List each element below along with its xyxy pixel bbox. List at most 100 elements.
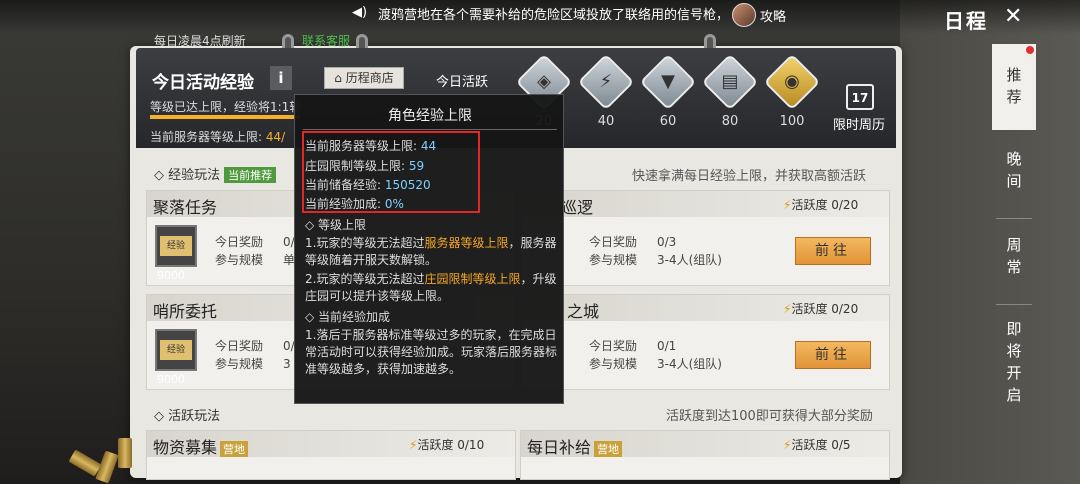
card-title: 之城 (567, 302, 600, 321)
tab-weekly[interactable]: 周常 (992, 234, 1036, 294)
close-icon[interactable]: ✕ (1004, 4, 1022, 29)
task-card-supply-collect[interactable]: 物资募集 营地 ⚡活跃度 0/10 (146, 430, 516, 480)
active-points-text: 活跃度 0/10 (417, 438, 485, 452)
scale-label: 参与规模 (215, 253, 264, 267)
ticket-label: 经验 (160, 236, 192, 256)
scale-value: 3-4人(组队) (657, 357, 722, 371)
camp-tag: 营地 (594, 440, 623, 457)
active-points-text: 活跃度 0/5 (791, 438, 851, 452)
guide-button[interactable]: 攻略 (760, 6, 786, 25)
tab-divider (996, 218, 1032, 219)
task-card-patrol[interactable]: 巡逻 ⚡活跃度 0/20 今日奖励 参与规模 0/3 3-4人(组队) 前往 (520, 190, 890, 286)
para-highlight: 庄园限制等级上限 (424, 272, 521, 286)
side-tabs: 推荐 晚间 周常 即将开启 (992, 44, 1036, 444)
speaker-icon: ◀) (352, 5, 368, 20)
milestone-60[interactable]: ▼ 60 (639, 53, 697, 129)
customer-service-link[interactable]: 联系客服 (302, 32, 350, 49)
milestone-value: 80 (721, 114, 739, 129)
lightning-icon: ⚡ (599, 71, 613, 92)
card-values: 0/3 3-4人(组队) (657, 233, 722, 269)
active-points-text: 活跃度 0/20 (791, 198, 859, 212)
tooltip-para-2: 2.玩家的等级无法超过庄园限制等级上限，升级庄园可以提升该等级上限。 (305, 271, 557, 305)
exp-progress-fill (150, 115, 300, 119)
active-points-text: 活跃度 0/20 (791, 302, 859, 316)
card-labels: 今日奖励 参与规模 (215, 337, 263, 373)
tooltip-heading-level-cap: ◇ 等级上限 (305, 218, 367, 232)
active-points: ⚡活跃度 0/5 (783, 436, 851, 453)
recommend-tag: 当前推荐 (224, 167, 277, 183)
notification-dot (1026, 46, 1034, 54)
card-title: 每日补给 营地 (527, 434, 623, 458)
level-cap-note: 等级已达上限，经验将1:1转 (150, 100, 302, 114)
milestone-value: 60 (659, 114, 677, 129)
tooltip-para-1: 1.玩家的等级无法超过服务器等级上限，服务器等级随着开服天数解锁。 (305, 235, 557, 269)
tooltip-para-3: 1.落后于服务器标准等级过多的玩家，在完成日常活动时可以获得经验加成。玩家落后服… (305, 328, 558, 376)
tab-label: 推荐 (1006, 66, 1022, 106)
active-section-header: ◇ 活跃玩法 (154, 409, 221, 424)
exp-title: 今日活动经验 (152, 73, 254, 93)
tab-recommend[interactable]: 推荐 (992, 44, 1036, 130)
history-shop-button[interactable]: ⌂ 历程商店 (324, 67, 404, 89)
today-active-label: 今日活跃 (436, 75, 489, 90)
milestone-80[interactable]: ▤ 80 (701, 53, 759, 129)
para-text: 1.玩家的等级无法超过 (305, 236, 425, 250)
ticket-label: 经验 (160, 340, 192, 360)
active-section-note: 活跃度到达100即可获得大部分奖励 (666, 409, 873, 424)
go-button[interactable]: 前往 (795, 341, 871, 369)
task-card-daily-supply[interactable]: 每日补给 营地 ⚡活跃度 0/5 (520, 430, 890, 480)
exp-ticket-icon: 经验 (155, 225, 197, 267)
task-card-city[interactable]: 之城 ⚡活跃度 0/20 今日奖励 参与规模 0/1 3-4人(组队) 前往 (520, 294, 890, 390)
active-points: ⚡活跃度 0/10 (409, 436, 484, 453)
exp-section-title: ◇ 经验玩法 (154, 168, 221, 183)
bullet-shells-decoration (68, 430, 140, 484)
go-button[interactable]: 前往 (795, 237, 871, 265)
case-icon: ▤ (721, 71, 739, 92)
para-text: 2.玩家的等级无法超过 (305, 272, 425, 286)
reward-label: 今日奖励 (215, 339, 264, 353)
shop-label: 历程商店 (345, 71, 394, 85)
tab-upcoming[interactable]: 即将开启 (992, 318, 1036, 408)
refresh-note: 每日凌晨4点刷新 (154, 34, 246, 48)
tooltip-heading-exp-bonus: ◇ 当前经验加成 (305, 310, 391, 324)
server-level-prefix: 当前服务器等级上限: (150, 130, 266, 144)
card-title: 巡逻 (561, 198, 594, 217)
camp-tag: 营地 (220, 440, 249, 457)
scale-label: 参与规模 (589, 357, 638, 371)
milestone-value: 40 (597, 114, 615, 129)
exp-ticket-icon: 经验 (155, 329, 197, 371)
tab-label: 晚间 (1006, 150, 1022, 190)
active-points: ⚡活跃度 0/20 (783, 300, 858, 317)
badge-icon: ▼ (661, 71, 675, 92)
guide-avatar[interactable] (732, 3, 756, 27)
reward-value: 0/ (283, 339, 295, 353)
info-button[interactable]: i (270, 66, 292, 90)
server-level-line: 当前服务器等级上限: 44/ (150, 128, 285, 145)
card-title: 哨所委托 (153, 302, 218, 321)
exp-section-note: 快速拿满每日经验上限，并获取高额活跃 (632, 169, 867, 184)
scale-label: 参与规模 (589, 253, 638, 267)
para-highlight: 服务器等级上限 (424, 236, 509, 250)
calendar-icon[interactable]: 17 (846, 84, 874, 110)
tab-label: 周常 (1006, 236, 1022, 276)
tab-divider (996, 304, 1032, 305)
milestone-100[interactable]: ◉ 100 (763, 53, 821, 129)
card-title-text: 每日补给 (527, 438, 592, 457)
card-title: 物资募集 营地 (153, 434, 249, 458)
exp-section-header: ◇ 经验玩法 当前推荐 (154, 164, 277, 183)
card-title-text: 物资募集 (153, 438, 218, 457)
ticket-amount: 9000 (157, 373, 185, 386)
tab-evening[interactable]: 晚间 (992, 148, 1036, 208)
news-ticker[interactable]: 渡鸦营地在各个需要补给的危险区域投放了联络用的信号枪，请 (378, 4, 720, 23)
reward-value: 0/3 (657, 235, 677, 249)
page-title: 日程 (944, 9, 988, 33)
card-values: 0/3 (283, 337, 295, 373)
coin-icon: ◉ (784, 71, 800, 92)
calendar-label[interactable]: 限时周历 (833, 114, 885, 133)
active-milestones: ◈20 ⚡40 ▼60 ▤80 ◉100 (515, 53, 840, 142)
exp-progress-bar (150, 115, 300, 119)
milestone-40[interactable]: ⚡ 40 (577, 53, 635, 129)
tab-label: 即将开启 (1006, 320, 1022, 404)
shop-icon: ⌂ (334, 71, 346, 85)
tooltip-divider (303, 129, 557, 130)
reward-label: 今日奖励 (589, 339, 638, 353)
